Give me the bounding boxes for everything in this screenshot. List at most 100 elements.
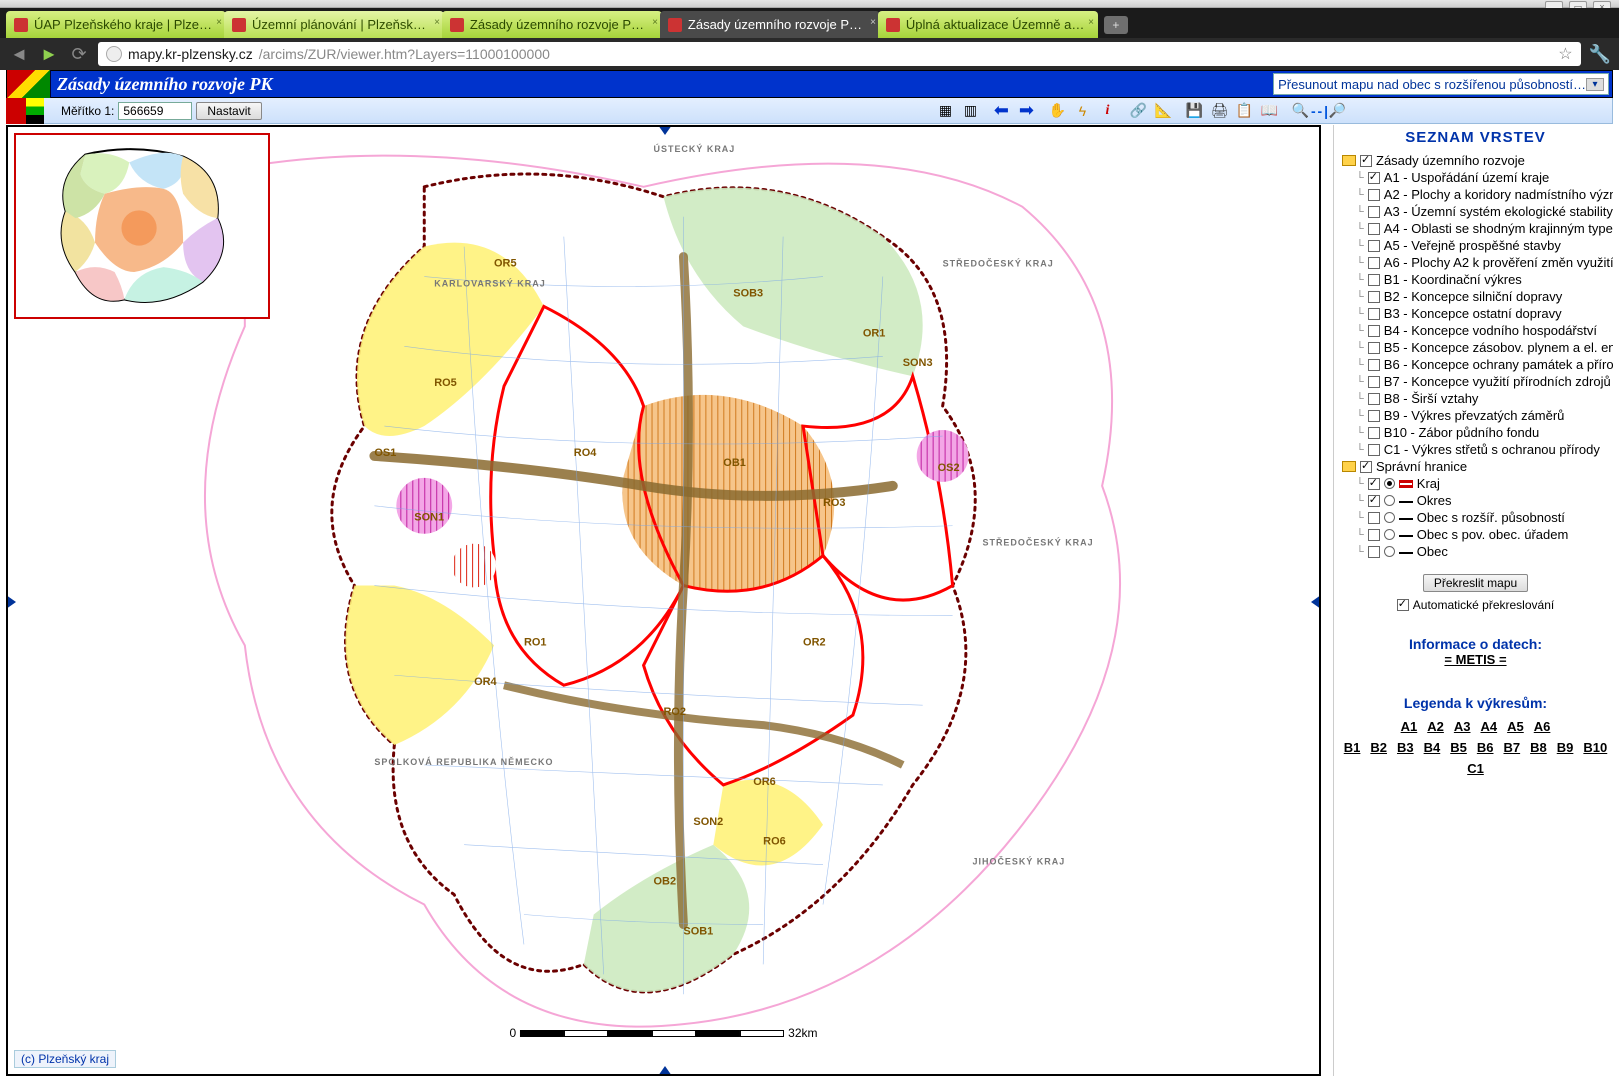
layer-checkbox[interactable]: [1368, 223, 1380, 235]
layer-item[interactable]: └B3 - Koncepce ostatní dopravy: [1356, 305, 1609, 322]
admin-checkbox[interactable]: [1368, 546, 1380, 558]
print-icon[interactable]: 🖨: [1211, 102, 1228, 119]
browser-tab[interactable]: Úplná aktualizace Územně a…×: [878, 11, 1098, 38]
identify-bolt-icon[interactable]: ϟ: [1074, 102, 1091, 119]
layer-group-zur[interactable]: Zásady územního rozvoje: [1342, 152, 1609, 169]
legend-link[interactable]: B5: [1450, 740, 1467, 755]
legend-link[interactable]: B9: [1557, 740, 1574, 755]
scale-set-button[interactable]: Nastavit: [196, 102, 261, 120]
history-forward-icon[interactable]: ➡: [1018, 102, 1035, 119]
layer-checkbox[interactable]: [1368, 444, 1380, 456]
metis-link[interactable]: = METIS =: [1444, 652, 1506, 667]
layer-item[interactable]: └A5 - Veřejně prospěšné stavby: [1356, 237, 1609, 254]
copy-icon[interactable]: 📋: [1236, 102, 1253, 119]
legend-link[interactable]: A1: [1401, 719, 1418, 734]
browser-tab[interactable]: Zásady územního rozvoje P…×: [660, 11, 880, 38]
overview-map[interactable]: [14, 133, 270, 319]
tool-window1-icon[interactable]: ▦: [937, 102, 954, 119]
close-tab-icon[interactable]: ×: [870, 17, 876, 28]
layer-group-zur-checkbox[interactable]: [1360, 155, 1372, 167]
legend-link[interactable]: A2: [1427, 719, 1444, 734]
legend-link[interactable]: B3: [1397, 740, 1414, 755]
admin-layer-item[interactable]: └ Obec s rozšíř. působností: [1356, 509, 1609, 526]
jump-to-municipality-select[interactable]: Přesunout mapu nad obec s rozšířenou půs…: [1273, 73, 1609, 95]
admin-layer-item[interactable]: └ Okres: [1356, 492, 1609, 509]
bookmark-star-icon[interactable]: ☆: [1558, 44, 1572, 64]
admin-radio[interactable]: [1384, 512, 1395, 523]
map-viewport[interactable]: ÚSTECKÝ KRAJ KARLOVARSKÝ KRAJ STŘEDOČESK…: [6, 125, 1321, 1076]
link-icon[interactable]: 🔗: [1130, 102, 1147, 119]
legend-link[interactable]: B4: [1424, 740, 1441, 755]
layer-item[interactable]: └B9 - Výkres převzatých záměrů: [1356, 407, 1609, 424]
zoom-in-icon[interactable]: 🔎: [1329, 102, 1346, 119]
admin-checkbox[interactable]: [1368, 495, 1380, 507]
zoom-out-icon[interactable]: 🔍: [1292, 102, 1309, 119]
admin-layer-item[interactable]: └ Obec s pov. obec. úřadem: [1356, 526, 1609, 543]
layer-item[interactable]: └B4 - Koncepce vodního hospodářství: [1356, 322, 1609, 339]
legend-link[interactable]: A6: [1534, 719, 1551, 734]
history-back-icon[interactable]: ⬅: [993, 102, 1010, 119]
address-bar[interactable]: mapy.kr-plzensky.cz/arcims/ZUR/viewer.ht…: [98, 42, 1581, 66]
legend-link[interactable]: B7: [1504, 740, 1521, 755]
layer-checkbox[interactable]: [1368, 172, 1380, 184]
layer-checkbox[interactable]: [1368, 427, 1380, 439]
layer-item[interactable]: └B8 - Širší vztahy: [1356, 390, 1609, 407]
layer-item[interactable]: └A2 - Plochy a koridory nadmístního význ…: [1356, 186, 1609, 203]
scale-input[interactable]: [118, 102, 192, 120]
browser-tab[interactable]: Zásady územního rozvoje P…×: [442, 11, 662, 38]
legend-link[interactable]: A5: [1507, 719, 1524, 734]
close-tab-icon[interactable]: ×: [652, 17, 658, 28]
layer-checkbox[interactable]: [1368, 410, 1380, 422]
legend-link[interactable]: B6: [1477, 740, 1494, 755]
legend-link[interactable]: B1: [1344, 740, 1361, 755]
close-tab-icon[interactable]: ×: [216, 17, 222, 28]
layer-item[interactable]: └C1 - Výkres střetů s ochranou přírody: [1356, 441, 1609, 458]
browser-menu-icon[interactable]: 🔧: [1589, 44, 1611, 65]
close-tab-icon[interactable]: ×: [1088, 17, 1094, 28]
browser-tab[interactable]: ÚAP Plzeňského kraje | Plze…×: [6, 11, 226, 38]
nav-reload-button[interactable]: ⟳: [68, 43, 90, 65]
layer-checkbox[interactable]: [1368, 393, 1380, 405]
admin-radio[interactable]: [1384, 529, 1395, 540]
layer-checkbox[interactable]: [1368, 274, 1380, 286]
layer-item[interactable]: └B7 - Koncepce využití přírodních zdrojů: [1356, 373, 1609, 390]
layer-group-admin-checkbox[interactable]: [1360, 461, 1372, 473]
new-tab-button[interactable]: +: [1104, 16, 1128, 34]
admin-checkbox[interactable]: [1368, 512, 1380, 524]
admin-radio[interactable]: [1384, 478, 1395, 489]
layer-item[interactable]: └B1 - Koordinační výkres: [1356, 271, 1609, 288]
layer-checkbox[interactable]: [1368, 359, 1380, 371]
legend-link[interactable]: B2: [1370, 740, 1387, 755]
legend-link[interactable]: A4: [1481, 719, 1498, 734]
layer-checkbox[interactable]: [1368, 308, 1380, 320]
layer-checkbox[interactable]: [1368, 206, 1380, 218]
auto-redraw-checkbox[interactable]: [1397, 599, 1409, 611]
layer-item[interactable]: └A3 - Územní systém ekologické stability: [1356, 203, 1609, 220]
admin-layer-item[interactable]: └ Obec: [1356, 543, 1609, 560]
zoom-slider[interactable]: - - |: [1311, 103, 1327, 119]
layer-item[interactable]: └A4 - Oblasti se shodným krajinným typem: [1356, 220, 1609, 237]
measure-icon[interactable]: 📐: [1155, 102, 1172, 119]
layer-group-admin[interactable]: Správní hranice: [1342, 458, 1609, 475]
admin-checkbox[interactable]: [1368, 529, 1380, 541]
layer-checkbox[interactable]: [1368, 342, 1380, 354]
layer-checkbox[interactable]: [1368, 376, 1380, 388]
layer-checkbox[interactable]: [1368, 189, 1380, 201]
layer-item[interactable]: └A1 - Uspořádání území kraje: [1356, 169, 1609, 186]
legend-link[interactable]: C1: [1467, 761, 1484, 776]
layer-item[interactable]: └B2 - Koncepce silniční dopravy: [1356, 288, 1609, 305]
admin-radio[interactable]: [1384, 495, 1395, 506]
layer-item[interactable]: └B6 - Koncepce ochrany památek a přírody: [1356, 356, 1609, 373]
admin-radio[interactable]: [1384, 546, 1395, 557]
nav-forward-button[interactable]: ►: [38, 43, 60, 65]
tool-window2-icon[interactable]: ▥: [962, 102, 979, 119]
legend-link[interactable]: B10: [1583, 740, 1607, 755]
pan-hand-icon[interactable]: ✋: [1049, 102, 1066, 119]
layer-item[interactable]: └B5 - Koncepce zásobov. plynem a el. ene…: [1356, 339, 1609, 356]
legend-link[interactable]: B8: [1530, 740, 1547, 755]
redraw-map-button[interactable]: Překreslit mapu: [1423, 574, 1528, 592]
layer-item[interactable]: └A6 - Plochy A2 k prověření změn využití: [1356, 254, 1609, 271]
close-tab-icon[interactable]: ×: [434, 17, 440, 28]
save-icon[interactable]: 💾: [1186, 102, 1203, 119]
legend-link[interactable]: A3: [1454, 719, 1471, 734]
